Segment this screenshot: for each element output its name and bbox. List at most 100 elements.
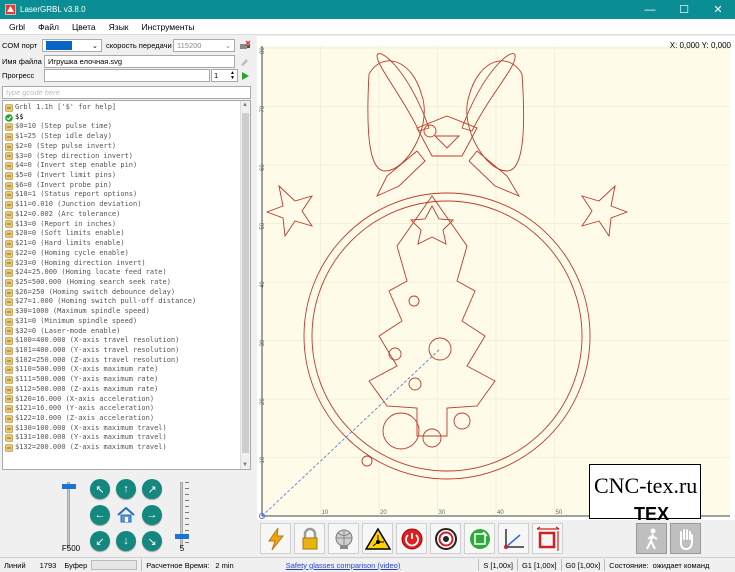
console-line: $22=0 (Homing cycle enable) bbox=[3, 249, 241, 259]
menu-grbl[interactable]: Grbl bbox=[9, 22, 25, 32]
console-line: $11=0.010 (Junction deviation) bbox=[3, 200, 241, 210]
lightning-button[interactable] bbox=[260, 523, 291, 554]
chevron-down-icon: ⌄ bbox=[224, 41, 231, 50]
jog-left-button[interactable]: ← bbox=[90, 505, 110, 525]
preview-drawing[interactable]: 80 70 60 50 40 30 20 10 10 20 30 40 50 X: 0,000 Y: … bbox=[257, 36, 735, 520]
frame-button[interactable] bbox=[464, 523, 495, 554]
lock-button[interactable] bbox=[294, 523, 325, 554]
y-tick-label: 70 bbox=[260, 105, 266, 112]
console-line-text: $131=100.000 (Y-axis maximum travel) bbox=[15, 433, 167, 442]
jog-down-left-button[interactable]: ↙ bbox=[90, 531, 110, 551]
console-line: $32=0 (Laser-mode enable) bbox=[3, 327, 241, 337]
hand-button[interactable] bbox=[670, 523, 701, 554]
menu-bar: Grbl Файл Цвета Язык Инструменты bbox=[0, 19, 735, 35]
console-line: $27=1.000 (Homing switch pull-off distan… bbox=[3, 297, 241, 307]
info-icon bbox=[5, 395, 13, 404]
baud-select[interactable]: 115200 ⌄ bbox=[173, 39, 235, 52]
console-line: $132=200.000 (Z-axis maximum travel) bbox=[3, 443, 241, 453]
walk-button[interactable] bbox=[636, 523, 667, 554]
run-icon[interactable] bbox=[240, 71, 250, 81]
g1-override[interactable]: G1 [1,00x] bbox=[522, 561, 557, 570]
lines-label: Линий bbox=[4, 560, 26, 570]
laser-warning-button[interactable] bbox=[362, 523, 393, 554]
jog-up-right-button[interactable]: ↗ bbox=[142, 479, 162, 499]
s-override[interactable]: S [1,00x] bbox=[483, 561, 513, 570]
console-line-text: $23=0 (Homing direction invert) bbox=[15, 258, 146, 267]
feed-slider-knob[interactable] bbox=[62, 483, 76, 489]
safety-glasses-link[interactable]: Safety glasses comparison (video) bbox=[286, 561, 401, 570]
jog-down-button[interactable]: ↓ bbox=[116, 531, 136, 551]
menu-file[interactable]: Файл bbox=[38, 22, 59, 32]
console-line-text: Grbl 1.1h ['$' for help] bbox=[15, 103, 117, 111]
scrollbar-thumb[interactable] bbox=[242, 113, 249, 453]
info-icon bbox=[5, 376, 13, 384]
console-line: $12=0.002 (Arc tolerance) bbox=[3, 210, 241, 220]
step-slider-knob[interactable] bbox=[175, 533, 189, 539]
console-line-text: $121=16.000 (Y-axis acceleration) bbox=[15, 404, 155, 413]
gcode-input[interactable]: type gcode here bbox=[2, 86, 251, 99]
console-line: $1=25 (Step idle delay) bbox=[3, 132, 241, 142]
console-line-text: $27=1.000 (Homing switch pull-off distan… bbox=[15, 297, 197, 306]
info-icon bbox=[5, 230, 13, 239]
menu-tools[interactable]: Инструменты bbox=[142, 22, 195, 32]
step-slider[interactable] bbox=[175, 482, 189, 548]
console-line-text: $110=500.000 (X-axis maximum rate) bbox=[15, 365, 159, 374]
progress-bar bbox=[44, 69, 210, 82]
scroll-down-icon[interactable]: ▼ bbox=[242, 462, 248, 468]
power-button[interactable] bbox=[396, 523, 427, 554]
scroll-up-icon[interactable]: ▲ bbox=[242, 102, 248, 108]
console-line-text: $10=1 (Status report options) bbox=[15, 190, 138, 199]
preview-canvas[interactable]: 80 70 60 50 40 30 20 10 10 20 30 40 50 X: 0,000 Y: … bbox=[257, 36, 735, 520]
console-line-text: $102=250.000 (Z-axis travel resolution) bbox=[15, 355, 180, 364]
jog-right-button[interactable]: → bbox=[142, 505, 162, 525]
feed-slider[interactable] bbox=[62, 482, 76, 548]
console-line: $111=500.000 (Y-axis maximum rate) bbox=[3, 375, 241, 385]
console-log[interactable]: Grbl 1.1h ['$' for help] $$ $0=10 (Step pu… bbox=[2, 100, 251, 470]
minimize-button[interactable]: — bbox=[633, 0, 667, 19]
status-bar: Линий 1793 Буфер Расчетное Время: 2 min … bbox=[0, 557, 735, 572]
close-button[interactable]: ✕ bbox=[701, 0, 735, 19]
com-port-select[interactable]: COM3 ⌄ bbox=[42, 39, 102, 52]
console-line: $5=0 (Invert limit pins) bbox=[3, 171, 241, 181]
console-line-text: $20=0 (Soft limits enable) bbox=[15, 229, 125, 238]
menu-language[interactable]: Язык bbox=[109, 22, 129, 32]
target-button[interactable] bbox=[430, 523, 461, 554]
info-icon bbox=[5, 366, 13, 375]
home-button[interactable] bbox=[116, 505, 136, 525]
console-line: $23=0 (Homing direction invert) bbox=[3, 259, 241, 269]
connect-icon[interactable] bbox=[238, 39, 252, 52]
jog-up-left-button[interactable]: ↖ bbox=[90, 479, 110, 499]
watermark-text: CNC-tex.ru bbox=[594, 473, 698, 498]
file-name-field[interactable]: Игрушка елочная.svg bbox=[44, 55, 235, 68]
info-icon bbox=[5, 142, 13, 151]
info-icon bbox=[5, 434, 13, 443]
state-value: ожидает команд bbox=[652, 560, 710, 570]
globe-button[interactable] bbox=[328, 523, 359, 554]
axes-button[interactable] bbox=[498, 523, 529, 554]
console-line-text: $31=0 (Minimum spindle speed) bbox=[15, 316, 138, 325]
progress-label: Прогресс bbox=[2, 71, 35, 80]
console-scrollbar[interactable]: ▲ ▼ bbox=[240, 101, 250, 469]
console-line-text: $13=0 (Report in inches) bbox=[15, 219, 117, 228]
copies-stepper[interactable]: 1 ▲ ▼ bbox=[211, 69, 238, 82]
x-tick-label: 30 bbox=[439, 510, 446, 516]
y-tick-label: 80 bbox=[260, 47, 266, 54]
console-line-text: $6=0 (Invert probe pin) bbox=[15, 180, 112, 189]
info-icon bbox=[5, 220, 13, 229]
console-line-text: $1=25 (Step idle delay) bbox=[15, 132, 112, 141]
maximize-button[interactable]: ☐ bbox=[667, 0, 701, 19]
jog-down-right-button[interactable]: ↘ bbox=[142, 531, 162, 551]
info-icon bbox=[5, 444, 13, 452]
menu-colors[interactable]: Цвета bbox=[72, 22, 96, 32]
open-file-icon[interactable] bbox=[238, 57, 250, 67]
console-line-text: $11=0.010 (Junction deviation) bbox=[15, 200, 142, 209]
com-port-value: COM3 bbox=[46, 41, 72, 50]
jog-up-button[interactable]: ↑ bbox=[116, 479, 136, 499]
state-label: Состояние: bbox=[609, 560, 649, 570]
coordinates-readout: X: 0,000 Y: 0,000 bbox=[670, 41, 732, 50]
console-line-text: $100=400.000 (X-axis travel resolution) bbox=[15, 336, 180, 345]
resize-button[interactable] bbox=[532, 523, 563, 554]
left-panel: COM порт COM3 ⌄ скорость передачи 115200… bbox=[0, 36, 256, 557]
g0-override[interactable]: G0 [1,00x] bbox=[566, 561, 601, 570]
progress-row: Прогресс 1 ▲ ▼ bbox=[2, 69, 254, 82]
